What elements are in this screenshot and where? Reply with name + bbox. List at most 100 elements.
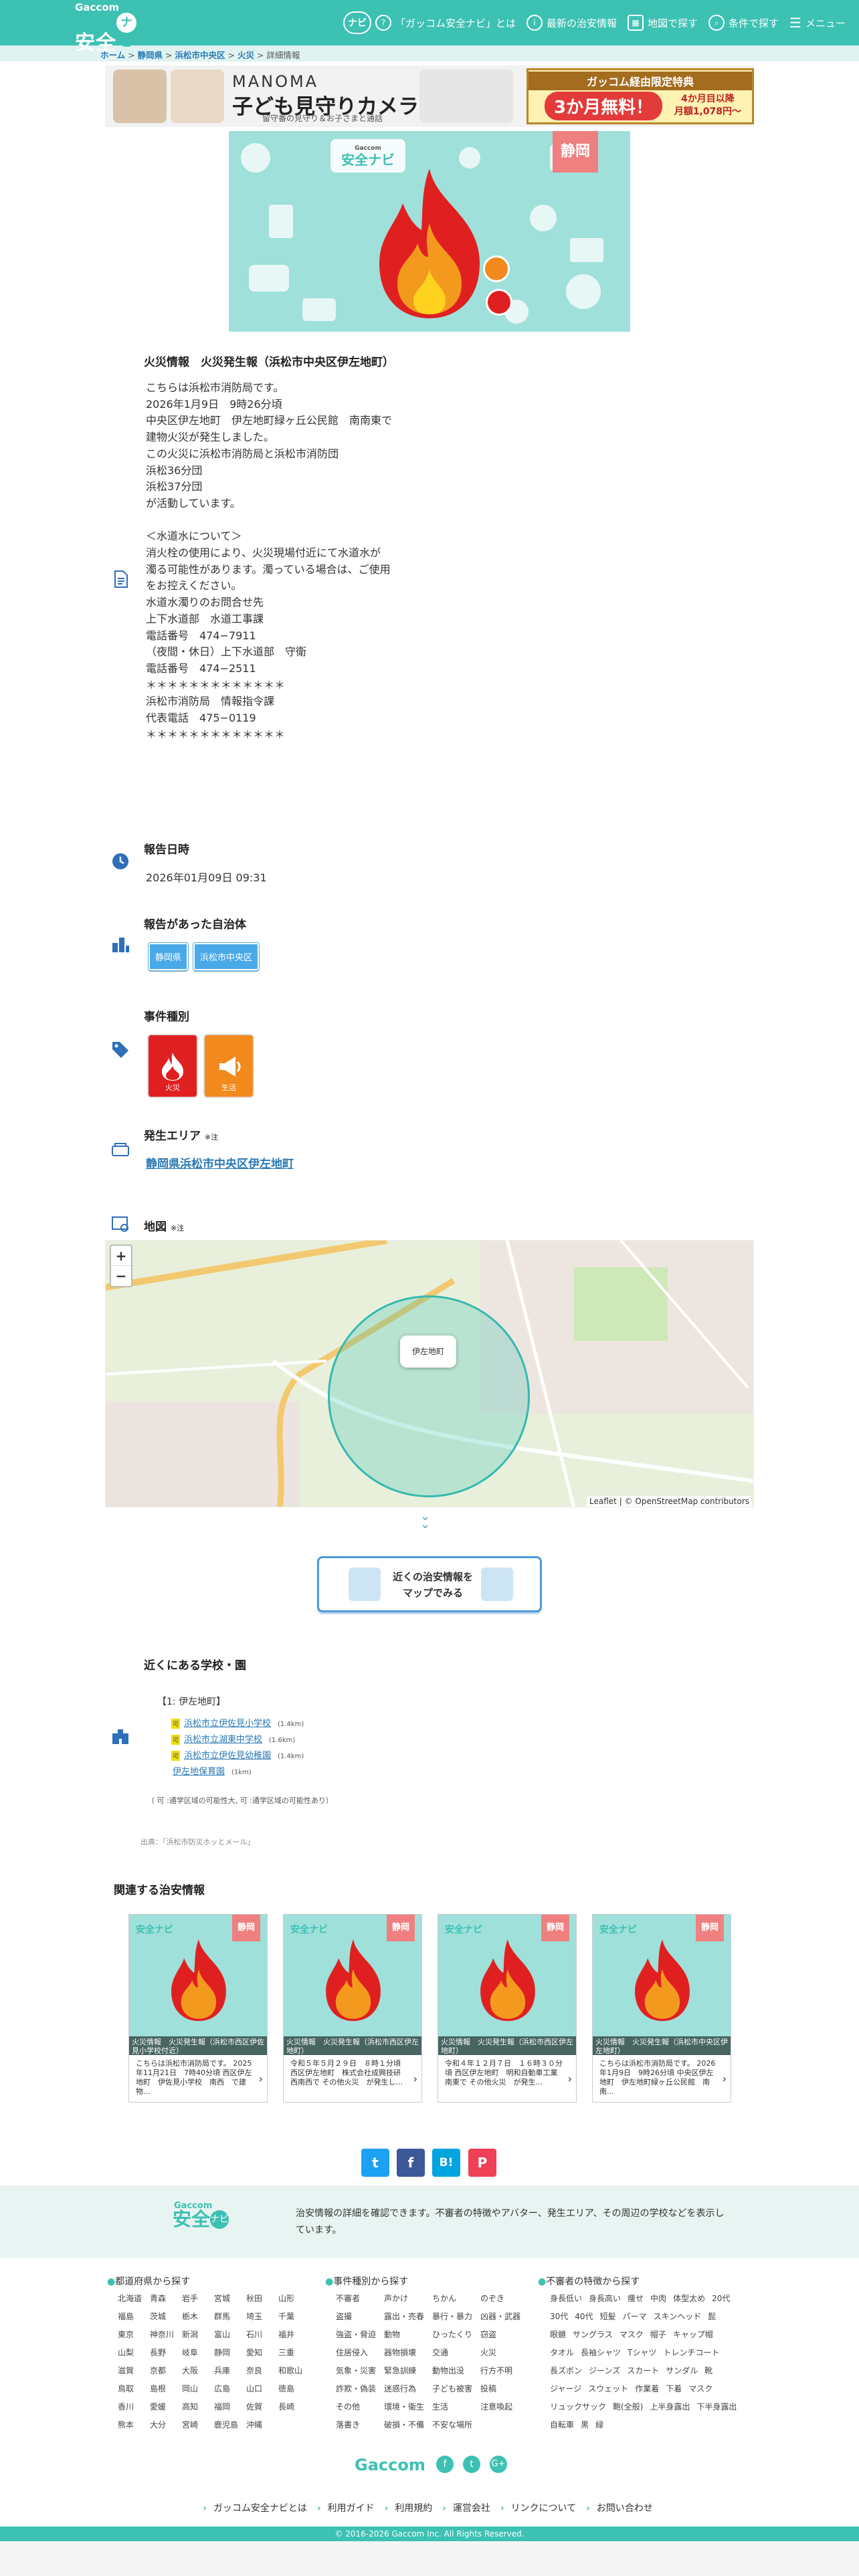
footer-feat-link[interactable]: スキンヘッド <box>654 2311 702 2322</box>
breadcrumb-kind[interactable]: 火災 <box>237 50 254 60</box>
footer-pref-link[interactable]: 宮城 <box>214 2292 246 2304</box>
footer-pref-link[interactable]: 山口 <box>246 2383 278 2394</box>
footer-pref-link[interactable]: 大分 <box>150 2419 182 2430</box>
footer-feat-link[interactable]: 帽子 <box>650 2329 666 2340</box>
twitter-icon[interactable]: t <box>463 2456 480 2473</box>
zoom-in-button[interactable]: + <box>111 1246 131 1266</box>
footer-feat-link[interactable]: 体型太め <box>673 2292 705 2304</box>
footer-feat-link[interactable]: Tシャツ <box>628 2347 656 2358</box>
footer-feat-link[interactable]: 髭 <box>708 2311 716 2322</box>
footer-kind-link[interactable]: 注意喚起 <box>480 2401 529 2412</box>
footer-pref-link[interactable]: 和歌山 <box>278 2365 310 2376</box>
nav-about[interactable]: ナビ? 「ガッコム安全ナビ」とは <box>343 11 516 34</box>
tag-prefecture[interactable]: 静岡県 <box>147 942 189 971</box>
footer-kind-link[interactable]: 投稿 <box>480 2383 529 2394</box>
footer-kind-link[interactable]: 子ども被害 <box>432 2383 480 2394</box>
school-link[interactable]: 伊左地保育園 <box>173 1767 225 1777</box>
footer-pref-link[interactable]: 島根 <box>150 2383 182 2394</box>
footer-kind-link[interactable]: 緊急訓練 <box>384 2365 432 2376</box>
footer-pref-link[interactable]: 神奈川 <box>150 2329 182 2340</box>
nav-cond[interactable]: ⌕ 条件で探す <box>708 15 779 31</box>
footer-kind-link[interactable]: 詐欺・偽装 <box>336 2383 384 2394</box>
footer-pref-link[interactable]: 福井 <box>278 2329 310 2340</box>
footer-pref-link[interactable]: 三重 <box>278 2347 310 2358</box>
footer-feat-link[interactable]: 下着 <box>666 2383 682 2394</box>
footer-kind-link[interactable]: 盗撮 <box>336 2311 384 2322</box>
footer-pref-link[interactable]: 奈良 <box>246 2365 278 2376</box>
nav-latest[interactable]: i 最新の治安情報 <box>527 15 617 31</box>
footer-pref-link[interactable]: 千葉 <box>278 2311 310 2322</box>
footer-feat-link[interactable]: 中肉 <box>650 2292 666 2304</box>
footer-pref-link[interactable]: 宮崎 <box>182 2419 214 2430</box>
footer-pref-link[interactable]: 佐賀 <box>246 2401 278 2412</box>
footer-kind-link[interactable]: ひったくり <box>432 2329 480 2340</box>
footer-feat-link[interactable]: 身長高い <box>589 2292 621 2304</box>
footer-kind-link[interactable]: 動物出没 <box>432 2365 480 2376</box>
footer-pref-link[interactable]: 富山 <box>214 2329 246 2340</box>
footer-kind-link[interactable]: 火災 <box>480 2347 529 2358</box>
footer-kind-link[interactable]: 暴行・暴力 <box>432 2311 480 2322</box>
footer-kind-link[interactable]: 交通 <box>432 2347 480 2358</box>
footer-feat-link[interactable]: 長ズボン <box>550 2365 582 2376</box>
footer-pref-link[interactable]: 高知 <box>182 2401 214 2412</box>
footer-feat-link[interactable]: ジーンズ <box>589 2365 620 2376</box>
kind-fire[interactable]: 火災 <box>147 1034 198 1098</box>
footer-pref-link[interactable]: 石川 <box>246 2329 278 2340</box>
footer-feat-link[interactable]: タオル <box>550 2347 574 2358</box>
footer-pref-link[interactable]: 広島 <box>214 2383 246 2394</box>
google-plus-icon[interactable]: G+ <box>490 2456 507 2473</box>
footer-kind-link[interactable]: 不安な場所 <box>432 2419 480 2430</box>
footer-feat-link[interactable]: 下半身露出 <box>696 2401 737 2412</box>
footer-kind-link[interactable]: 不審者 <box>336 2292 384 2304</box>
footer-pref-link[interactable]: 茨城 <box>150 2311 182 2322</box>
kind-life[interactable]: 生活 <box>203 1034 254 1098</box>
footer-pref-link[interactable]: 栃木 <box>182 2311 214 2322</box>
footer-link[interactable]: › リンクについて <box>500 2503 579 2514</box>
footer-feat-link[interactable]: サンダル <box>666 2365 698 2376</box>
footer-feat-link[interactable]: キャップ帽 <box>673 2329 713 2340</box>
footer-pref-link[interactable]: 愛知 <box>246 2347 278 2358</box>
twitter-share-button[interactable]: t <box>361 2149 389 2177</box>
footer-link[interactable]: › 利用ガイド <box>317 2503 378 2514</box>
footer-pref-link[interactable]: 群馬 <box>214 2311 246 2322</box>
nav-map[interactable]: ▦ 地図で探す <box>628 15 698 31</box>
footer-pref-link[interactable]: 埼玉 <box>246 2311 278 2322</box>
footer-feat-link[interactable]: 身長低い <box>550 2292 582 2304</box>
footer-kind-link[interactable]: 破損・不備 <box>384 2419 432 2430</box>
footer-kind-link[interactable]: 気象・災害 <box>336 2365 384 2376</box>
footer-feat-link[interactable]: 20代 <box>712 2292 730 2304</box>
footer-feat-link[interactable]: 30代 <box>550 2311 568 2322</box>
footer-pref-link[interactable]: 山梨 <box>118 2347 150 2358</box>
footer-pref-link[interactable]: 山形 <box>278 2292 310 2304</box>
footer-feat-link[interactable]: 鞄(全般) <box>613 2401 643 2412</box>
footer-feat-link[interactable]: 40代 <box>575 2311 593 2322</box>
footer-pref-link[interactable]: 愛媛 <box>150 2401 182 2412</box>
footer-pref-link[interactable]: 岡山 <box>182 2383 214 2394</box>
footer-pref-link[interactable]: 福岡 <box>214 2401 246 2412</box>
footer-pref-link[interactable]: 北海道 <box>118 2292 150 2304</box>
footer-link[interactable]: › ガッコム安全ナビとは <box>203 2503 310 2514</box>
footer-pref-link[interactable]: 東京 <box>118 2329 150 2340</box>
footer-kind-link[interactable]: 環境・衛生 <box>384 2401 432 2412</box>
footer-pref-link[interactable]: 香川 <box>118 2401 150 2412</box>
footer-feat-link[interactable]: ジャージ <box>550 2383 581 2394</box>
zoom-out-button[interactable]: − <box>116 1268 127 1284</box>
facebook-icon[interactable]: f <box>436 2456 454 2473</box>
school-link[interactable]: 浜松市立伊佐見小学校 <box>184 1719 271 1729</box>
footer-kind-link[interactable]: 住居侵入 <box>336 2347 384 2358</box>
footer-feat-link[interactable]: スカート <box>627 2365 659 2376</box>
footer-feat-link[interactable]: 靴 <box>704 2365 712 2376</box>
footer-kind-link[interactable]: 迷惑行為 <box>384 2383 432 2394</box>
footer-kind-link[interactable]: 生活 <box>432 2401 480 2412</box>
map-view[interactable]: 伊左地町 + − Leaflet | © OpenStreetMap contr… <box>105 1240 754 1507</box>
footer-feat-link[interactable]: 自転車 <box>550 2419 574 2430</box>
footer-kind-link[interactable]: 露出・売春 <box>384 2311 432 2322</box>
footer-feat-link[interactable]: スウェット <box>588 2383 628 2394</box>
footer-pref-link[interactable]: 兵庫 <box>214 2365 246 2376</box>
footer-feat-link[interactable]: リュックサック <box>550 2401 606 2412</box>
footer-pref-link[interactable]: 徳島 <box>278 2383 310 2394</box>
footer-feat-link[interactable]: マスク <box>688 2383 712 2394</box>
hatena-share-button[interactable]: B! <box>432 2149 460 2177</box>
footer-pref-link[interactable]: 青森 <box>150 2292 182 2304</box>
footer-pref-link[interactable]: 鹿児島 <box>214 2419 246 2430</box>
